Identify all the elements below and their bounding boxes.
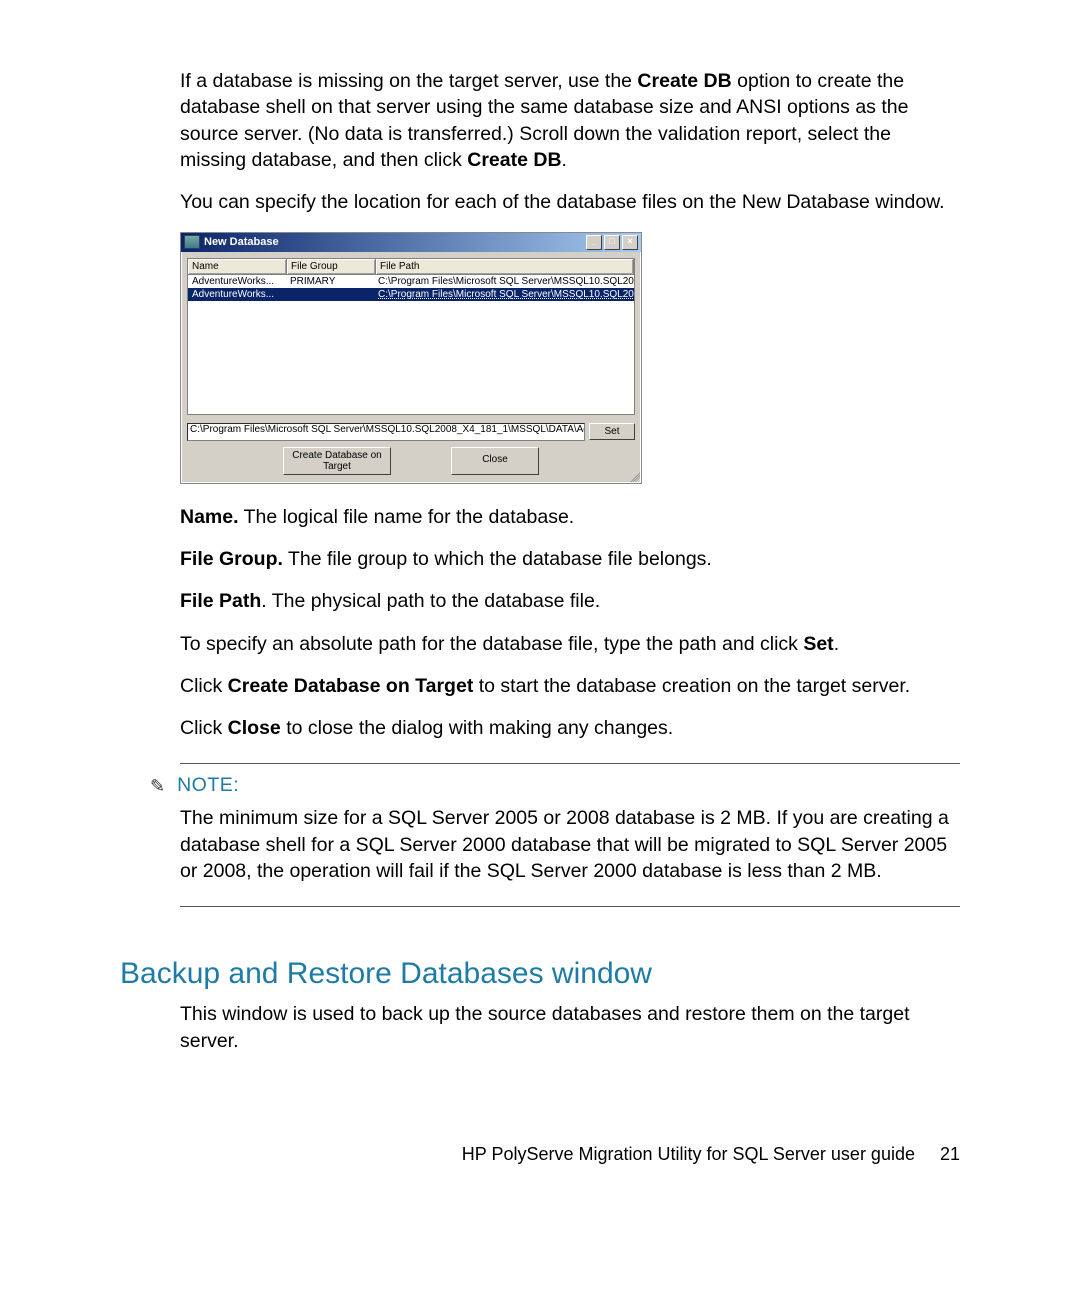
cell-group (286, 288, 374, 301)
text: The logical file name for the database. (239, 506, 575, 528)
section-heading: Backup and Restore Databases window (120, 957, 960, 991)
text: . (834, 633, 839, 655)
close-window-button[interactable]: × (622, 235, 638, 250)
text: . (562, 149, 567, 171)
cell-name: AdventureWorks... (188, 275, 286, 288)
text: to start the database creation on the ta… (473, 675, 910, 697)
maximize-button[interactable]: □ (604, 235, 620, 250)
label: Name. (180, 506, 239, 528)
grid-header: Name File Group File Path (188, 259, 634, 275)
set-button[interactable]: Set (589, 423, 635, 440)
label: File Path (180, 590, 261, 612)
dialog-titlebar[interactable]: New Database _ □ × (181, 233, 641, 252)
bold-create-db: Create DB (467, 149, 561, 171)
page-number: 21 (920, 1144, 960, 1165)
cell-group: PRIMARY (286, 275, 374, 288)
paragraph-close: Click Close to close the dialog with mak… (180, 715, 960, 741)
dialog-title: New Database (204, 236, 279, 248)
section-paragraph: This window is used to back up the sourc… (180, 1001, 960, 1054)
app-icon (184, 235, 200, 249)
bold-set: Set (803, 633, 833, 655)
resize-grip[interactable] (628, 470, 640, 482)
text: The file group to which the database fil… (283, 548, 712, 570)
paragraph-create: Click Create Database on Target to start… (180, 673, 960, 699)
note-body: The minimum size for a SQL Server 2005 o… (180, 805, 960, 884)
text: If a database is missing on the target s… (180, 70, 637, 92)
def-file-path: File Path. The physical path to the data… (180, 588, 960, 614)
text: Click (180, 717, 228, 739)
paragraph-set: To specify an absolute path for the data… (180, 631, 960, 657)
def-name: Name. The logical file name for the data… (180, 504, 960, 530)
close-button[interactable]: Close (451, 447, 539, 475)
files-grid[interactable]: Name File Group File Path AdventureWorks… (187, 258, 635, 415)
paragraph-location: You can specify the location for each of… (180, 189, 960, 215)
file-path-input[interactable]: C:\Program Files\Microsoft SQL Server\MS… (187, 423, 585, 441)
cell-name: AdventureWorks... (188, 288, 286, 301)
divider (180, 906, 960, 907)
label: File Group. (180, 548, 283, 570)
divider (180, 763, 960, 764)
note-label: NOTE: (177, 774, 239, 797)
bold-create-db: Create DB (637, 70, 731, 92)
bold-create: Create Database on Target (228, 675, 474, 697)
col-path[interactable]: File Path (376, 259, 634, 274)
cell-path: C:\Program Files\Microsoft SQL Server\MS… (374, 288, 634, 301)
text: Click (180, 675, 228, 697)
text: To specify an absolute path for the data… (180, 633, 803, 655)
col-group[interactable]: File Group (287, 259, 376, 274)
col-name[interactable]: Name (188, 259, 287, 274)
new-database-dialog: New Database _ □ × Name File Group File … (180, 232, 642, 484)
table-row[interactable]: AdventureWorks... PRIMARY C:\Program Fil… (188, 275, 634, 288)
table-row[interactable]: AdventureWorks... C:\Program Files\Micro… (188, 288, 634, 301)
minimize-button[interactable]: _ (586, 235, 602, 250)
note-icon: ✎ (150, 776, 165, 797)
bold-close: Close (228, 717, 281, 739)
create-database-button[interactable]: Create Database on Target (283, 447, 391, 475)
footer-title: HP PolyServe Migration Utility for SQL S… (462, 1144, 915, 1164)
def-file-group: File Group. The file group to which the … (180, 546, 960, 572)
paragraph-create-db: If a database is missing on the target s… (180, 68, 960, 173)
text: . The physical path to the database file… (261, 590, 600, 612)
text: to close the dialog with making any chan… (281, 717, 673, 739)
page-footer: HP PolyServe Migration Utility for SQL S… (120, 1144, 960, 1165)
cell-path: C:\Program Files\Microsoft SQL Server\MS… (374, 275, 634, 288)
